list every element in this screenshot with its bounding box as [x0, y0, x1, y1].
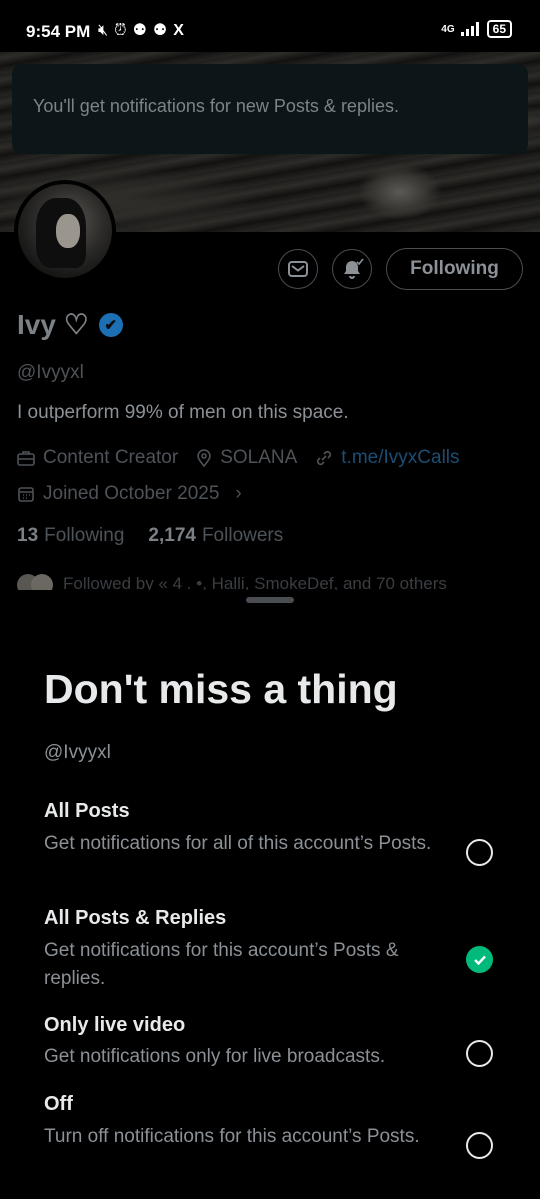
bell-check-icon — [344, 258, 364, 279]
radio-off[interactable] — [466, 1132, 493, 1159]
sheet-drag-handle[interactable] — [246, 597, 294, 603]
option-all-posts-replies-desc: Get notifications for this account’s Pos… — [44, 940, 399, 989]
chevron-right-icon: › — [235, 483, 242, 504]
checkmark-icon — [473, 955, 486, 965]
radio-all-posts[interactable] — [466, 839, 493, 866]
verified-badge-icon[interactable]: ✔ — [98, 312, 123, 337]
network-label: 4G — [441, 23, 455, 35]
alarm-icon: ⏰︎ — [114, 22, 133, 39]
joined-row[interactable]: Joined October 2025 › — [17, 483, 242, 505]
sheet-handle: @Ivyyxl — [44, 742, 111, 763]
followers-count[interactable]: 2,174 Followers — [148, 525, 283, 547]
status-time: 9:54 PM — [26, 22, 91, 41]
radio-all-posts-replies[interactable] — [466, 946, 493, 973]
notifications-button[interactable] — [332, 249, 372, 289]
option-all-posts-desc: Get notifications for all of this accoun… — [44, 833, 432, 854]
option-all-posts-replies-title[interactable]: All Posts & Replies — [44, 907, 226, 930]
option-off-desc: Turn off notifications for this account’… — [44, 1126, 420, 1147]
battery-icon: 65 — [486, 20, 512, 38]
radio-live-video[interactable] — [466, 1040, 493, 1067]
sheet-title: Don't miss a thing — [44, 666, 398, 712]
location-pin-icon — [197, 449, 211, 467]
discord-icon: ⚉ — [132, 22, 153, 39]
category-text: Content Creator — [43, 447, 179, 468]
display-name: Ivy ♡ — [17, 309, 89, 340]
briefcase-icon — [17, 451, 35, 466]
notification-toast: You'll get notifications for new Posts &… — [12, 64, 528, 154]
avatar-image — [18, 184, 112, 278]
following-count[interactable]: 13 Following — [17, 525, 124, 547]
option-live-video-title[interactable]: Only live video — [44, 1014, 185, 1037]
following-button[interactable]: Following — [386, 248, 523, 290]
option-all-posts-title[interactable]: All Posts — [44, 800, 130, 823]
profile-bio: I outperform 99% of men on this space. — [17, 402, 349, 423]
message-button[interactable] — [278, 249, 318, 289]
toast-message: You'll get notifications for new Posts &… — [33, 96, 399, 116]
discord-icon: ⚉ — [152, 22, 174, 39]
signal-icon — [460, 22, 479, 36]
muted-mic-icon: 🔇︎ — [98, 22, 115, 39]
status-notification-icons: 🔇︎⏰︎⚉⚉X — [98, 20, 190, 40]
option-live-video-desc: Get notifications only for live broadcas… — [44, 1046, 386, 1067]
following-button-label: Following — [410, 258, 499, 279]
x-icon: X — [173, 22, 190, 39]
avatar[interactable] — [14, 180, 116, 282]
category-item: Content Creator — [17, 447, 178, 469]
link-icon — [317, 450, 332, 466]
website-link[interactable]: t.me/IvyxCalls — [341, 447, 459, 469]
website-item[interactable]: t.me/IvyxCalls — [315, 447, 460, 469]
location-text: SOLANA — [220, 447, 298, 468]
status-bar: 9:54 PM 🔇︎⏰︎⚉⚉X 4G 65 — [0, 0, 540, 52]
profile-handle: @Ivyyxl — [17, 362, 84, 383]
option-off-title[interactable]: Off — [44, 1093, 73, 1116]
follow-counts: 13 Following 2,174 Followers — [17, 525, 283, 547]
profile-name: Ivy ♡ ✔ — [17, 308, 123, 341]
status-right: 4G 65 — [441, 20, 512, 38]
joined-text: Joined October 2025 — [43, 483, 220, 504]
envelope-icon — [288, 261, 308, 277]
profile-meta: Content Creator SOLANA t.me/IvyxCalls — [17, 447, 478, 469]
calendar-icon — [18, 487, 34, 502]
location-item: SOLANA — [196, 447, 297, 469]
